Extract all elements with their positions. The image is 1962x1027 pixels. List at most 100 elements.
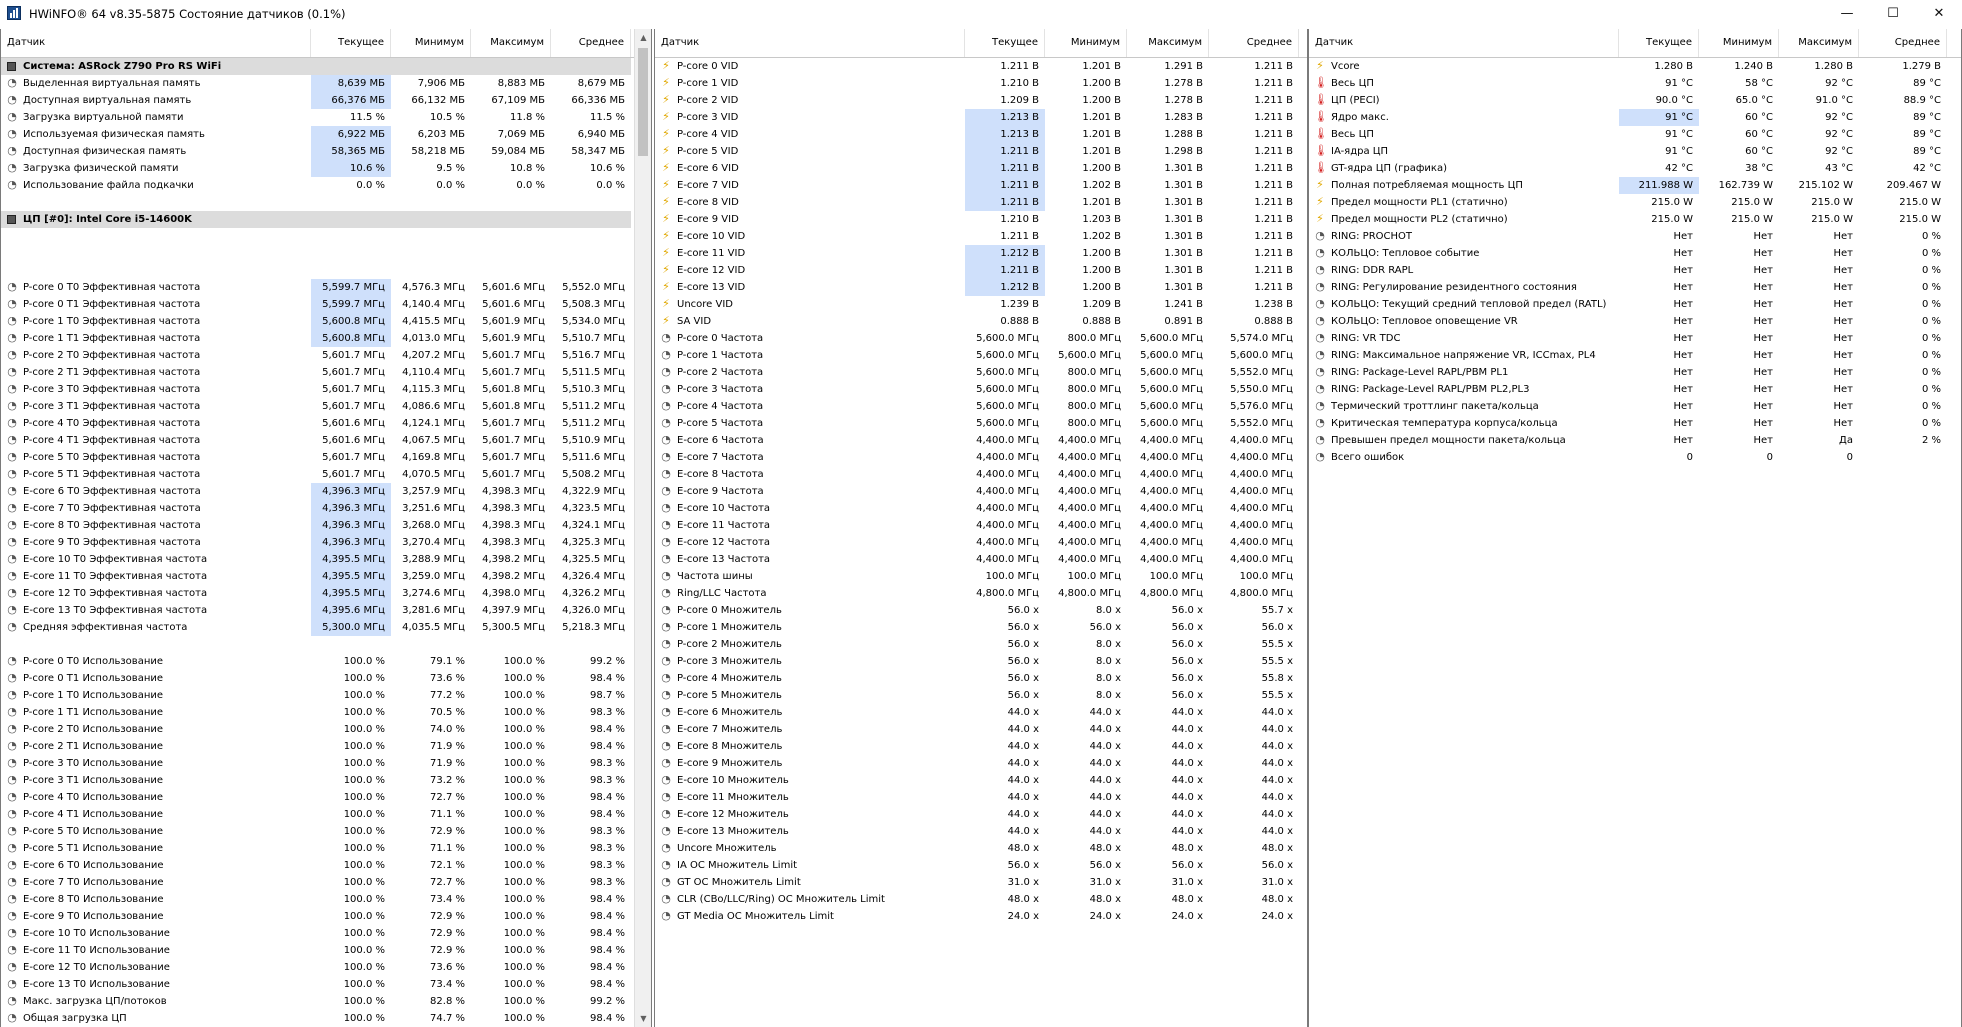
sensor-row[interactable]: ◔ P-core 1 Частота 5,600.0 МГц 5,600.0 МГц 5…: [655, 347, 1307, 364]
column-header-sensor[interactable]: Датчик: [655, 29, 965, 57]
sensor-row[interactable]: ⚡ SA VID 0.888 В 0.888 В 0.891 В 0.888 В: [655, 313, 1307, 330]
sensor-row[interactable]: ◔ E-core 11 T0 Использование 100.0 % 72.9 %…: [1, 942, 634, 959]
sensor-row[interactable]: ⚡ E-core 12 VID 1.211 В 1.200 В 1.301 В 1.211…: [655, 262, 1307, 279]
sensor-row[interactable]: ◔ E-core 6 T0 Эффективная частота 4,396.3 …: [1, 483, 634, 500]
hwinfo-app-icon[interactable]: [7, 6, 21, 20]
sensor-row[interactable]: ◔ КОЛЬЦО: Тепловое оповещение VR Нет Нет Нет…: [1309, 313, 1961, 330]
sensor-row[interactable]: ◔ P-core 1 Множитель 56.0 x 56.0 x 56.0 x 56.…: [655, 619, 1307, 636]
column-header-min[interactable]: Минимум: [1699, 29, 1779, 57]
sensor-row[interactable]: ◔ P-core 3 T0 Эффективная частота 5,601.7 …: [1, 381, 634, 398]
sensor-row[interactable]: ◔ Критическая температура корпуса/кольца Н…: [1309, 415, 1961, 432]
sensor-row[interactable]: ◔ Выделенная виртуальная память 8,639 МБ 7,…: [1, 75, 634, 92]
column-header-max[interactable]: Максимум: [471, 29, 551, 57]
scroll-thumb[interactable]: [638, 48, 648, 156]
sensor-row[interactable]: ⚡ Uncore VID 1.239 В 1.209 В 1.241 В 1.238 В: [655, 296, 1307, 313]
sensor-row[interactable]: ◔ RING: Package-Level RAPL/PBM PL2,PL3 Нет…: [1309, 381, 1961, 398]
sensor-row[interactable]: ⚡ E-core 11 VID 1.212 В 1.200 В 1.301 В 1.211…: [655, 245, 1307, 262]
sensor-row[interactable]: ⚡ Vcore 1.280 В 1.240 В 1.280 В 1.279 В: [1309, 58, 1961, 75]
sensor-row[interactable]: 🌡 Ядро макс. 91 °C 60 °C 92 °C 89 °C: [1309, 109, 1961, 126]
sensor-row[interactable]: ◔ E-core 10 Множитель 44.0 x 44.0 x 44.0 x 44…: [655, 772, 1307, 789]
sensor-row[interactable]: ◔ Загрузка виртуальной памяти 11.5 % 10.5 %…: [1, 109, 634, 126]
sensor-row[interactable]: ◔ P-core 3 Частота 5,600.0 МГц 800.0 МГц 5,6…: [655, 381, 1307, 398]
sensor-row[interactable]: ◔ КОЛЬЦО: Тепловое событие Нет Нет Нет 0 %: [1309, 245, 1961, 262]
sensor-row[interactable]: ◔ Используемая физическая память 6,922 МБ 6…: [1, 126, 634, 143]
sensor-row[interactable]: ◔ E-core 9 Частота 4,400.0 МГц 4,400.0 МГц 4…: [655, 483, 1307, 500]
sensor-row[interactable]: ◔ RING: DDR RAPL Нет Нет Нет 0 %: [1309, 262, 1961, 279]
sensor-row[interactable]: ◔ Uncore Множитель 48.0 x 48.0 x 48.0 x 48.0 …: [655, 840, 1307, 857]
sensor-row[interactable]: ◔ E-core 13 T0 Эффективная частота 4,395.6…: [1, 602, 634, 619]
column-header-sensor[interactable]: Датчик: [1309, 29, 1619, 57]
sensor-pane-2[interactable]: Датчик Текущее Минимум Максимум Среднее ⚡ P-c…: [654, 29, 1308, 1027]
sensor-row[interactable]: ◔ E-core 13 Множитель 44.0 x 44.0 x 44.0 x 44…: [655, 823, 1307, 840]
sensor-pane-1[interactable]: Датчик Текущее Минимум Максимум Среднее Сист…: [0, 29, 652, 1027]
sensor-row[interactable]: ◔ RING: VR TDC Нет Нет Нет 0 %: [1309, 330, 1961, 347]
sensor-row[interactable]: ◔ КОЛЬЦО: Текущий средний тепловой предел…: [1309, 296, 1961, 313]
sensor-row[interactable]: ⚡ E-core 9 VID 1.210 В 1.203 В 1.301 В 1.211 …: [655, 211, 1307, 228]
sensor-row[interactable]: ◔ P-core 0 T1 Эффективная частота 5,599.7 …: [1, 296, 634, 313]
sensor-row[interactable]: ◔ P-core 2 T0 Использование 100.0 % 74.0 % 1…: [1, 721, 634, 738]
sensor-row[interactable]: ◔ E-core 7 Множитель 44.0 x 44.0 x 44.0 x 44.…: [655, 721, 1307, 738]
sensor-row[interactable]: ◔ RING: Package-Level RAPL/PBM PL1 Нет Нет Н…: [1309, 364, 1961, 381]
sensor-row[interactable]: ◔ P-core 2 T1 Эффективная частота 5,601.7 …: [1, 364, 634, 381]
sensor-row[interactable]: 🌡 GT-ядра ЦП (графика) 42 °C 38 °C 43 °C 42 °…: [1309, 160, 1961, 177]
sensor-row[interactable]: ⚡ P-core 3 VID 1.213 В 1.201 В 1.283 В 1.211 …: [655, 109, 1307, 126]
sensor-row[interactable]: ◔ P-core 4 T0 Использование 100.0 % 72.7 % 1…: [1, 789, 634, 806]
sensor-row[interactable]: ◔ E-core 6 Частота 4,400.0 МГц 4,400.0 МГц 4…: [655, 432, 1307, 449]
sensor-row[interactable]: 🌡 Весь ЦП 91 °C 60 °C 92 °C 89 °C: [1309, 126, 1961, 143]
sensor-row[interactable]: ◔ E-core 9 T0 Эффективная частота 4,396.3 …: [1, 534, 634, 551]
sensor-row[interactable]: ◔ P-core 5 Частота 5,600.0 МГц 800.0 МГц 5,6…: [655, 415, 1307, 432]
sensor-row[interactable]: ⚡ E-core 13 VID 1.212 В 1.200 В 1.301 В 1.211…: [655, 279, 1307, 296]
sensor-row[interactable]: ◔ P-core 3 Множитель 56.0 x 8.0 x 56.0 x 55.5…: [655, 653, 1307, 670]
sensor-row[interactable]: ◔ P-core 1 T0 Эффективная частота 5,600.8 …: [1, 313, 634, 330]
sensor-row[interactable]: ◔ Термический троттлинг пакета/кольца Нет Н…: [1309, 398, 1961, 415]
sensor-row[interactable]: ◔ Всего ошибок 0 0 0: [1309, 449, 1961, 466]
sensor-row[interactable]: ◔ P-core 1 T1 Использование 100.0 % 70.5 % 1…: [1, 704, 634, 721]
sensor-row[interactable]: ◔ P-core 3 T1 Эффективная частота 5,601.7 …: [1, 398, 634, 415]
sensor-row[interactable]: ◔ P-core 0 T1 Использование 100.0 % 73.6 % 1…: [1, 670, 634, 687]
column-header-avg[interactable]: Среднее: [1859, 29, 1947, 57]
sensor-row[interactable]: ◔ E-core 11 T0 Эффективная частота 4,395.5…: [1, 568, 634, 585]
sensor-row[interactable]: ⚡ P-core 4 VID 1.213 В 1.201 В 1.288 В 1.211 …: [655, 126, 1307, 143]
sensor-row[interactable]: ◔ IA OC Множитель Limit 56.0 x 56.0 x 56.0 x…: [655, 857, 1307, 874]
sensor-group-header[interactable]: Система: ASRock Z790 Pro RS WiFi: [1, 58, 631, 75]
sensor-row[interactable]: ◔ P-core 4 Множитель 56.0 x 8.0 x 56.0 x 55.8…: [655, 670, 1307, 687]
sensor-row[interactable]: ◔ E-core 11 Множитель 44.0 x 44.0 x 44.0 x 44…: [655, 789, 1307, 806]
sensor-row[interactable]: ◔ P-core 3 T1 Использование 100.0 % 73.2 % 1…: [1, 772, 634, 789]
sensor-row[interactable]: ◔ E-core 6 Множитель 44.0 x 44.0 x 44.0 x 44.…: [655, 704, 1307, 721]
minimize-button[interactable]: —: [1824, 0, 1870, 27]
sensor-row[interactable]: ◔ P-core 2 T1 Использование 100.0 % 71.9 % 1…: [1, 738, 634, 755]
sensor-row[interactable]: ◔ P-core 0 Множитель 56.0 x 8.0 x 56.0 x 55.7…: [655, 602, 1307, 619]
sensor-row[interactable]: ◔ Доступная виртуальная память 66,376 МБ 66…: [1, 92, 634, 109]
sensor-row[interactable]: ◔ RING: Регулирование резидентного состоя…: [1309, 279, 1961, 296]
sensor-row[interactable]: ◔ P-core 2 T0 Эффективная частота 5,601.7 …: [1, 347, 634, 364]
sensor-row[interactable]: ⚡ Предел мощности PL1 (статично) 215.0 W 21…: [1309, 194, 1961, 211]
sensor-row[interactable]: ◔ E-core 12 Множитель 44.0 x 44.0 x 44.0 x 44…: [655, 806, 1307, 823]
sensor-row[interactable]: ◔ P-core 0 Частота 5,600.0 МГц 800.0 МГц 5,6…: [655, 330, 1307, 347]
sensor-row[interactable]: ⚡ E-core 7 VID 1.211 В 1.202 В 1.301 В 1.211 …: [655, 177, 1307, 194]
sensor-row[interactable]: ⚡ E-core 8 VID 1.211 В 1.201 В 1.301 В 1.211 …: [655, 194, 1307, 211]
sensor-row[interactable]: ◔ E-core 9 T0 Использование 100.0 % 72.9 % 1…: [1, 908, 634, 925]
column-header-min[interactable]: Минимум: [1045, 29, 1127, 57]
sensor-row[interactable]: ◔ E-core 8 Множитель 44.0 x 44.0 x 44.0 x 44.…: [655, 738, 1307, 755]
sensor-row[interactable]: ◔ E-core 8 Частота 4,400.0 МГц 4,400.0 МГц 4…: [655, 466, 1307, 483]
maximize-button[interactable]: ☐: [1870, 0, 1916, 27]
column-header-current[interactable]: Текущее: [965, 29, 1045, 57]
sensor-row[interactable]: ◔ P-core 0 T0 Использование 100.0 % 79.1 % 1…: [1, 653, 634, 670]
sensor-row[interactable]: ⚡ Предел мощности PL2 (статично) 215.0 W 21…: [1309, 211, 1961, 228]
sensor-row[interactable]: ◔ P-core 5 T1 Эффективная частота 5,601.7 …: [1, 466, 634, 483]
sensor-row[interactable]: ◔ Макс. загрузка ЦП/потоков 100.0 % 82.8 % 1…: [1, 993, 634, 1010]
sensor-row[interactable]: ⚡ E-core 6 VID 1.211 В 1.200 В 1.301 В 1.211 …: [655, 160, 1307, 177]
sensor-row[interactable]: ◔ Общая загрузка ЦП 100.0 % 74.7 % 100.0 % 98…: [1, 1010, 634, 1027]
sensor-row[interactable]: ◔ Частота шины 100.0 МГц 100.0 МГц 100.0 МГц…: [655, 568, 1307, 585]
sensor-row[interactable]: ◔ E-core 12 T0 Эффективная частота 4,395.5…: [1, 585, 634, 602]
sensor-row[interactable]: ◔ E-core 10 T0 Использование 100.0 % 72.9 %…: [1, 925, 634, 942]
sensor-row[interactable]: ◔ Загрузка физической памяти 10.6 % 9.5 % 10…: [1, 160, 634, 177]
sensor-row[interactable]: ◔ P-core 5 T1 Использование 100.0 % 71.1 % 1…: [1, 840, 634, 857]
sensor-row[interactable]: 🌡 ЦП (PECI) 90.0 °C 65.0 °C 91.0 °C 88.9 °C: [1309, 92, 1961, 109]
sensor-row[interactable]: ◔ P-core 0 T0 Эффективная частота 5,599.7 …: [1, 279, 634, 296]
column-header-max[interactable]: Максимум: [1127, 29, 1209, 57]
scroll-down-arrow-icon[interactable]: ▼: [635, 1010, 651, 1027]
sensor-row[interactable]: ⚡ P-core 2 VID 1.209 В 1.200 В 1.278 В 1.211 …: [655, 92, 1307, 109]
sensor-row[interactable]: ◔ Использование файла подкачки 0.0 % 0.0 % 0…: [1, 177, 634, 194]
sensor-row[interactable]: ◔ E-core 7 Частота 4,400.0 МГц 4,400.0 МГц 4…: [655, 449, 1307, 466]
